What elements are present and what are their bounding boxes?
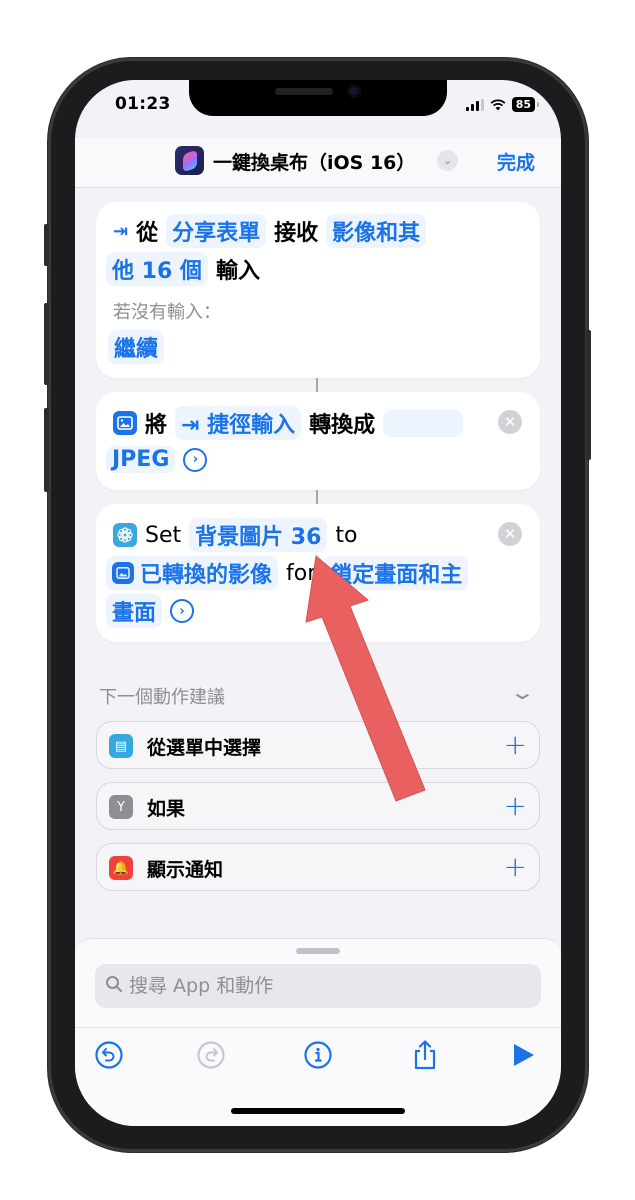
action-search-sheet <box>75 938 561 1126</box>
action-text: 轉換成 <box>309 413 376 438</box>
action-connector <box>316 490 318 504</box>
action-text: for <box>286 560 317 586</box>
search-bar[interactable] <box>95 964 541 1008</box>
undo-button[interactable] <box>93 1039 125 1071</box>
no-input-behavior-token[interactable]: 繼續 <box>108 330 165 364</box>
battery-indicator: 85 <box>511 97 540 112</box>
suggestion-label: 如果 <box>147 798 186 820</box>
share-button[interactable] <box>409 1039 441 1071</box>
action-set-wallpaper[interactable]: Set 背景圖片 36 to ✕ 已轉換的影像 for 鎖定畫面和主 畫面 › <box>96 504 540 642</box>
input-token-label: 捷徑輸入 <box>207 413 296 438</box>
action-text: to <box>335 522 358 548</box>
info-button[interactable] <box>302 1039 334 1071</box>
done-button[interactable]: 完成 <box>497 148 535 175</box>
chevron-down-icon[interactable]: ⌄ <box>509 680 536 704</box>
expand-options-icon[interactable]: › <box>183 447 208 472</box>
wallpaper-token[interactable]: 背景圖片 36 <box>189 518 328 552</box>
remove-action-button[interactable]: ✕ <box>498 522 522 546</box>
volume-up-button <box>44 303 49 385</box>
source-token[interactable]: 分享表單 <box>166 214 267 248</box>
expand-options-icon[interactable]: › <box>170 599 195 623</box>
add-icon[interactable]: + <box>504 728 527 761</box>
empty-token[interactable] <box>383 409 464 437</box>
wallpaper-flower-icon <box>113 523 137 547</box>
shortcut-title[interactable]: 一鍵換桌布（iOS 16） <box>213 148 415 175</box>
suggestion-choose-from-menu[interactable]: ▤ 從選單中選擇 + <box>96 721 540 769</box>
play-icon <box>514 1044 534 1066</box>
image-token-label: 已轉換的影像 <box>140 563 273 588</box>
photo-icon <box>112 562 134 584</box>
toolbar-divider <box>75 1027 561 1028</box>
format-token[interactable]: JPEG <box>106 446 176 473</box>
redo-button[interactable] <box>195 1039 227 1071</box>
input-token[interactable]: ⇥ 捷徑輸入 <box>175 406 302 440</box>
no-input-label: 若沒有輸入： <box>113 302 221 323</box>
sheet-grabber[interactable] <box>296 948 340 954</box>
suggestions-header: 下一個動作建議 <box>99 687 225 708</box>
run-button[interactable] <box>507 1039 539 1071</box>
branch-icon: Y <box>109 795 133 819</box>
photo-icon <box>113 411 137 435</box>
share-icon <box>414 1040 436 1070</box>
suggestion-if[interactable]: Y 如果 + <box>96 782 540 830</box>
suggestion-label: 從選單中選擇 <box>147 737 262 759</box>
wifi-icon <box>490 98 506 110</box>
add-icon[interactable]: + <box>504 789 527 822</box>
home-indicator <box>231 1108 405 1114</box>
screen: 01:23 85 一鍵換桌布（iOS 16） ⌄ 完成 ⇥ 從 分享表單 接收 … <box>75 80 561 1126</box>
undo-icon <box>95 1041 123 1069</box>
volume-down-button <box>44 408 49 492</box>
notch <box>189 80 447 116</box>
search-input[interactable] <box>129 975 489 997</box>
add-icon[interactable]: + <box>504 850 527 883</box>
input-types-token[interactable]: 影像和其 <box>326 214 427 248</box>
info-icon <box>304 1041 332 1069</box>
status-time: 01:23 <box>115 94 171 114</box>
redo-icon <box>197 1041 225 1069</box>
action-text: 從 <box>136 221 159 246</box>
action-text: 將 <box>145 413 168 438</box>
target-token[interactable]: 鎖定畫面和主 <box>324 556 469 590</box>
status-icons: 85 <box>465 97 540 112</box>
power-button <box>586 330 591 460</box>
menu-list-icon: ▤ <box>109 734 133 758</box>
mute-switch <box>44 224 49 266</box>
cellular-signal-icon <box>465 98 484 111</box>
remove-action-button[interactable]: ✕ <box>498 410 522 434</box>
input-types-token-cont[interactable]: 他 16 個 <box>106 252 208 286</box>
shortcuts-app-icon[interactable] <box>175 146 204 175</box>
notification-bell-icon: 🔔 <box>109 856 133 880</box>
action-receive-input[interactable]: ⇥ 從 分享表單 接收 影像和其 他 16 個 輸入 若沒有輸入： 繼續 <box>96 202 540 378</box>
search-icon <box>105 974 123 998</box>
action-connector <box>316 378 318 392</box>
input-arrow-icon: ⇥ <box>113 220 129 242</box>
input-arrow-icon: ⇥ <box>181 413 208 438</box>
action-text: 接收 <box>274 221 319 246</box>
image-token[interactable]: 已轉換的影像 <box>106 556 279 590</box>
action-text: Set <box>145 522 182 548</box>
front-camera <box>347 84 361 98</box>
action-text: 輸入 <box>215 259 260 284</box>
suggestion-label: 顯示通知 <box>147 859 224 881</box>
action-convert-image[interactable]: 將 ⇥ 捷徑輸入 轉換成 ✕ JPEG › <box>96 392 540 490</box>
chevron-down-icon[interactable]: ⌄ <box>437 150 458 171</box>
speaker <box>275 88 333 95</box>
suggestion-show-notification[interactable]: 🔔 顯示通知 + <box>96 843 540 891</box>
target-token-cont[interactable]: 畫面 <box>106 594 163 628</box>
editor-navbar: 一鍵換桌布（iOS 16） ⌄ 完成 <box>75 138 561 188</box>
